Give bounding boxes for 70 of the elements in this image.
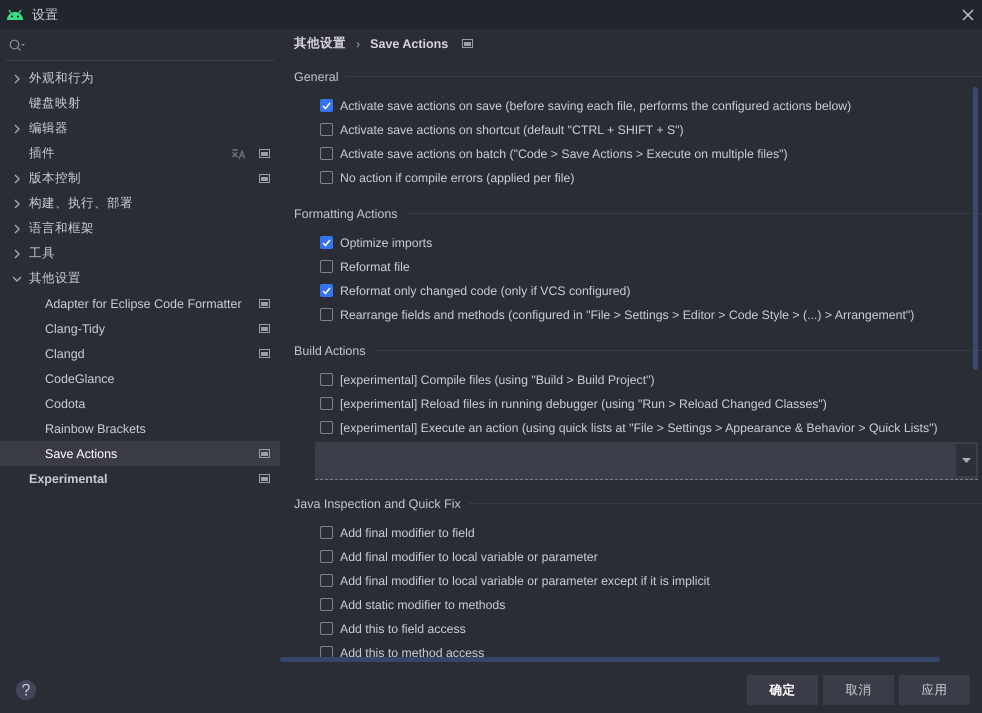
checkbox[interactable] [320,147,333,160]
tree-item[interactable]: 构建、执行、部署 [0,191,280,216]
checkbox[interactable] [320,284,333,298]
breadcrumb-separator: › [356,36,360,51]
checkbox-label: Reformat only changed code (only if VCS configured) [340,284,630,298]
caret-icon [962,458,970,463]
checkbox-label: Activate save actions on batch ("Code > Save Actions > Execute on multiple files") [340,146,788,161]
checkbox-label: Activate save actions on save (before saving each file, performs the configured actions below) [340,98,852,113]
breadcrumb-item: Save Actions [370,36,448,51]
checkbox[interactable] [320,550,333,564]
checkbox[interactable] [320,260,333,274]
checkbox-label: Rearrange fields and methods (configured in "File > Settings > Editor > Code Style > (...) > Arrangement") [340,308,914,322]
checkbox-label: [experimental] Reload files in running debugger (using "Run > Reload Changed Classes") [340,396,827,411]
tree-item[interactable]: 编辑器 [0,116,280,141]
tree-item[interactable]: 版本控制 [0,166,280,191]
help-button[interactable] [16,680,36,700]
tree-item[interactable]: 语言和框架 [0,216,280,241]
checkbox[interactable] [320,99,333,112]
breadcrumb-item[interactable]: 其他设置 [294,35,346,52]
dialog-button[interactable]: 取消 [823,675,894,706]
checkbox[interactable] [320,526,333,540]
checkbox[interactable] [320,421,333,434]
section-title: Formatting Actions [294,206,398,221]
checkbox[interactable] [320,574,333,588]
checkbox-label: No action if compile errors (applied per file) [340,170,574,185]
tree-item[interactable]: Adapter for Eclipse Code Formatter [0,291,280,316]
checkbox-label: Activate save actions on shortcut (default "CTRL + SHIFT + S") [340,122,684,137]
tree-item[interactable]: Experimental [0,466,280,491]
dialog-button[interactable]: 确定 [747,675,818,706]
checkbox-label: [experimental] Execute an action (using quick lists at "File > Settings > Appearance & Behavior > Quick Lists") [340,420,938,435]
checkbox-label: Add final modifier to field [340,526,475,540]
checkbox[interactable] [320,598,333,612]
checkbox-label: Reformat file [340,260,410,274]
dialog-button[interactable]: 应用 [899,675,970,706]
checkbox-label: Add this to method access [340,646,484,660]
checkbox-label: Add static modifier to methods [340,598,506,612]
search-icon [9,38,26,50]
checkbox[interactable] [320,622,333,636]
tree-item[interactable]: 插件 [0,141,280,166]
tree-item[interactable]: Rainbow Brackets [0,416,280,441]
checkbox[interactable] [320,236,333,250]
close-icon[interactable] [962,8,974,20]
checkbox[interactable] [320,123,333,136]
vertical-scrollbar[interactable] [973,87,978,370]
section-title: Build Actions [294,344,366,358]
checkbox-label: Add final modifier to local variable or parameter [340,550,598,564]
checkbox[interactable] [320,397,333,410]
window-title: 设置 [32,6,59,24]
checkbox-label: Add final modifier to local variable or parameter except if it is implicit [340,574,710,588]
tree-item[interactable]: 键盘映射 [0,91,280,116]
tree-item[interactable]: Save Actions [0,441,280,466]
question-mark-icon [22,684,30,696]
tree-item[interactable]: Clangd [0,341,280,366]
android-icon [6,9,24,20]
checkbox[interactable] [320,171,333,184]
tree-item[interactable]: 工具 [0,241,280,266]
checkbox-label: Add this to field access [340,622,466,636]
tree-item[interactable]: Codota [0,391,280,416]
dropdown-field[interactable] [315,442,978,480]
tree-item[interactable]: Clang-Tidy [0,316,280,341]
section-title: Java Inspection and Quick Fix [294,496,461,511]
horizontal-scrollbar[interactable] [280,657,940,662]
tree-item[interactable]: 其他设置 [0,266,280,291]
tree-item[interactable]: CodeGlance [0,366,280,391]
tree-item[interactable]: 外观和行为 [0,66,280,91]
section-title: General [294,70,338,84]
checkbox[interactable] [320,373,333,386]
checkbox-label: [experimental] Compile files (using "Build > Build Project") [340,372,655,387]
checkbox[interactable] [320,308,333,322]
checkbox-label: Optimize imports [340,236,432,250]
